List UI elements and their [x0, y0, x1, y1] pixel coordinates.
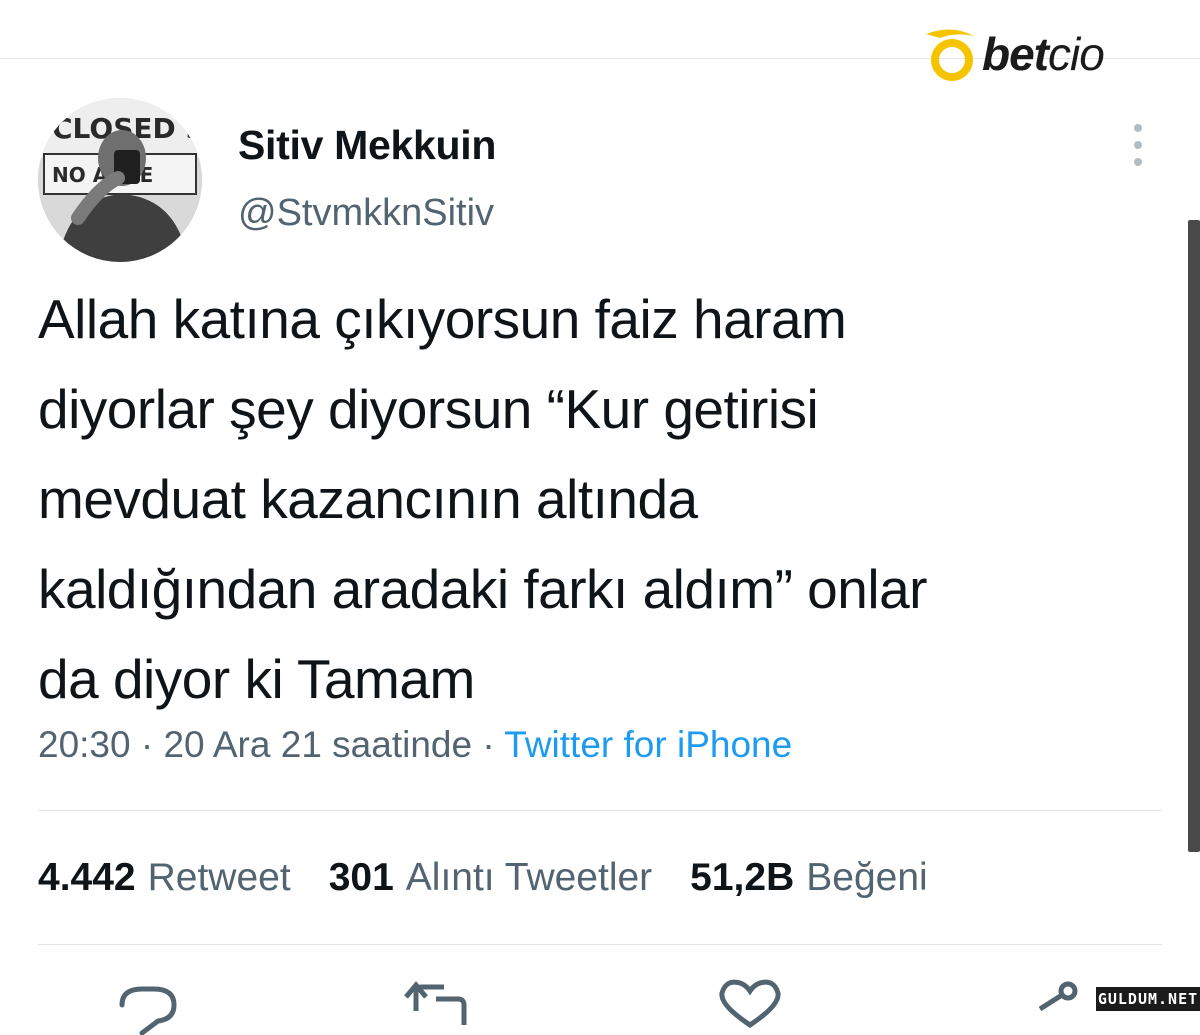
divider	[38, 810, 1162, 811]
retweet-icon	[404, 981, 467, 1025]
tweet-date[interactable]: 20 Ara 21 saatinde	[163, 724, 472, 765]
meta-separator: ·	[472, 724, 505, 765]
more-vertical-icon-dot	[1134, 141, 1142, 149]
like-button[interactable]	[710, 975, 790, 1035]
watermark: GULDUM.NET	[1096, 987, 1200, 1011]
retweet-button[interactable]	[400, 975, 480, 1035]
tweet-action-bar	[0, 975, 1200, 1035]
reply-icon	[119, 986, 177, 1035]
more-vertical-icon-dot	[1134, 158, 1142, 166]
tweet-meta: 20:30 · 20 Ara 21 saatinde · Twitter for…	[38, 724, 792, 766]
divider	[38, 944, 1162, 945]
logo-text-bet: bet	[982, 28, 1049, 80]
share-icon	[1038, 981, 1078, 1012]
more-vertical-icon	[1134, 124, 1142, 132]
user-handle[interactable]: @StvmkknSitiv	[238, 192, 494, 235]
more-options-button[interactable]	[1118, 120, 1158, 170]
like-count[interactable]: 51,2B Beğeni	[690, 856, 928, 900]
stat-label: Retweet	[147, 856, 291, 899]
display-name[interactable]: Sitiv Mekkuin	[238, 122, 496, 169]
stat-count: 4.442	[38, 856, 136, 899]
betcio-logo: bet cio	[922, 22, 1105, 86]
meta-separator: ·	[130, 724, 164, 765]
tweet-time[interactable]: 20:30	[38, 724, 131, 765]
logo-text-cio: cio	[1048, 28, 1105, 80]
quote-tweet-count[interactable]: 301 Alıntı Tweetler	[329, 856, 652, 900]
retweet-count[interactable]: 4.442 Retweet	[38, 856, 291, 900]
reply-button[interactable]	[108, 975, 188, 1035]
stat-count: 301	[328, 856, 394, 899]
tweet-source-link[interactable]: Twitter for iPhone	[504, 724, 792, 765]
avatar[interactable]: CLOSED SE NO ANCE	[38, 98, 202, 262]
stat-label: Alıntı Tweetler	[405, 856, 653, 899]
scrollbar-thumb[interactable]	[1188, 220, 1200, 852]
stat-label: Beğeni	[806, 856, 928, 899]
engagement-stats: 4.442 Retweet 301 Alıntı Tweetler 51,2B Beğ…	[38, 856, 928, 900]
stat-count: 51,2B	[690, 856, 795, 899]
betcio-swoosh-icon	[926, 29, 974, 81]
tweet-text: Allah katına çıkıyorsun faiz haram diyor…	[38, 288, 927, 710]
share-button[interactable]	[1010, 975, 1090, 1035]
like-icon	[719, 979, 781, 1029]
